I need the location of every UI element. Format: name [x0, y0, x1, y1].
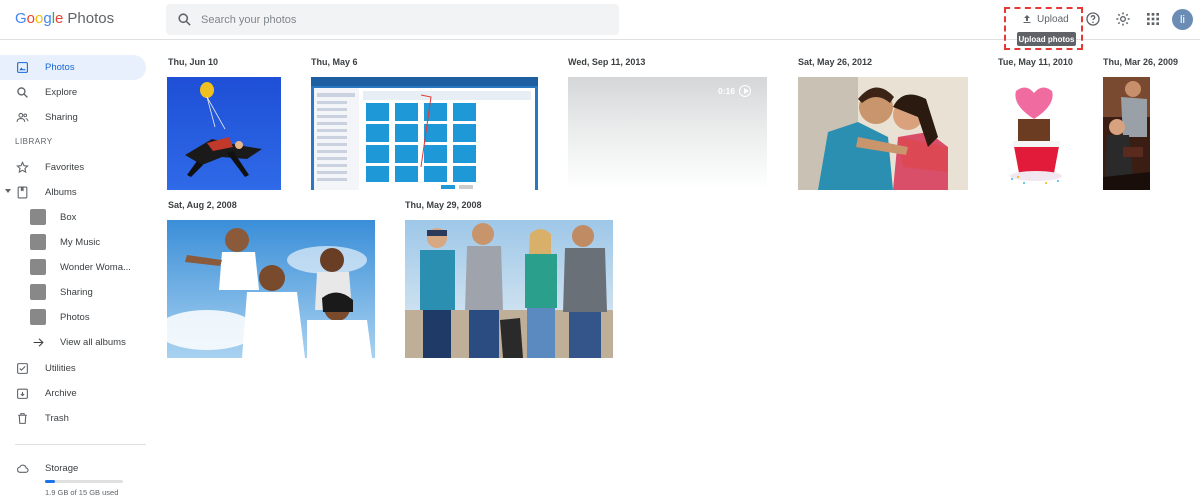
cloud-icon [17, 464, 29, 473]
arrow-right-icon [33, 338, 44, 347]
storage-progress-bar [45, 480, 123, 483]
utilities-icon [17, 363, 28, 374]
play-icon [739, 85, 751, 97]
album-label: Photos [60, 312, 90, 323]
star-icon [16, 161, 29, 174]
logo-letter: e [55, 10, 64, 27]
photo-thumbnail[interactable] [311, 77, 538, 190]
search-icon [17, 87, 28, 98]
sidebar-item-label: Favorites [45, 162, 85, 173]
cupcake-photo [998, 77, 1075, 190]
sidebar-item-trash[interactable]: Trash [0, 406, 146, 431]
family-photo [167, 220, 375, 358]
album-thumbnail [30, 234, 46, 250]
sidebar-item-label: Albums [45, 187, 77, 198]
date-group-label: Thu, Jun 10 [168, 57, 219, 67]
sidebar-item-label: Utilities [45, 363, 76, 374]
photo-thumbnail[interactable] [1103, 77, 1150, 190]
sidebar: Photos Explore Sharing LIBRARY Favorites… [0, 40, 160, 500]
archive-icon [17, 388, 28, 399]
album-label: Sharing [60, 287, 93, 298]
couple-photo [798, 77, 968, 190]
date-group-label: Thu, Mar 26, 2009 [1103, 57, 1179, 67]
date-group-label: Sat, Aug 2, 2008 [168, 200, 237, 210]
sidebar-item-explore[interactable]: Explore [0, 80, 146, 105]
avatar[interactable]: li [1172, 9, 1193, 30]
video-duration: 0:16 [718, 85, 751, 97]
sidebar-item-albums[interactable]: Albums [0, 180, 146, 205]
album-label: Box [60, 212, 77, 223]
date-group-label: Tue, May 11, 2010 [998, 57, 1073, 67]
sidebar-item-sharing[interactable]: Sharing [0, 105, 146, 130]
skydiving-photo [167, 77, 281, 190]
storage-progress-fill [45, 480, 55, 483]
friends-photo [405, 220, 613, 358]
top-bar: GooglePhotos Upload Upload photos li [0, 0, 1200, 50]
sidebar-item-label: Storage [45, 463, 79, 474]
sidebar-item-photos[interactable]: Photos [0, 55, 146, 80]
upload-tooltip: Upload photos [1017, 32, 1076, 46]
gear-icon[interactable] [1115, 11, 1131, 27]
date-group-label: Sat, May 26, 2012 [798, 57, 873, 67]
view-all-albums-label: View all albums [60, 337, 126, 348]
people-icon [16, 112, 29, 122]
search-input[interactable] [201, 4, 601, 35]
video-duration-text: 0:16 [717, 86, 735, 96]
party-photo [1103, 77, 1150, 190]
sidebar-item-label: Archive [45, 388, 77, 399]
google-photos-logo[interactable]: Google Photos [15, 10, 114, 27]
sidebar-album-wonder-woman[interactable]: Wonder Woma... [0, 255, 146, 280]
photo-thumbnail[interactable] [998, 77, 1075, 190]
date-group-label: Wed, Sep 11, 2013 [568, 57, 646, 67]
album-icon [17, 186, 28, 199]
sidebar-item-storage[interactable]: Storage [0, 456, 146, 481]
sidebar-item-label: Photos [45, 62, 75, 73]
photo-thumbnail[interactable] [167, 220, 375, 358]
date-group-label: Thu, May 29, 2008 [405, 200, 482, 210]
photo-thumbnail[interactable] [405, 220, 613, 358]
library-section-label: LIBRARY [15, 137, 53, 146]
search-icon[interactable] [177, 12, 192, 27]
photo-thumbnail[interactable] [798, 77, 968, 190]
sidebar-divider [15, 444, 146, 445]
sidebar-item-label: Sharing [45, 112, 78, 123]
logo-letter: o [26, 10, 36, 27]
sidebar-album-my-music[interactable]: My Music [0, 230, 146, 255]
sidebar-album-sharing[interactable]: Sharing [0, 280, 146, 305]
help-icon[interactable] [1085, 11, 1101, 27]
album-label: Wonder Woma... [60, 262, 131, 273]
trash-icon [18, 413, 27, 424]
sidebar-item-utilities[interactable]: Utilities [0, 356, 146, 381]
logo-letter: g [43, 10, 52, 27]
album-thumbnail [30, 309, 46, 325]
album-thumbnail [30, 259, 46, 275]
album-label: My Music [60, 237, 101, 248]
album-thumbnail [30, 209, 46, 225]
product-name: Photos [67, 10, 115, 27]
album-thumbnail [30, 284, 46, 300]
date-group-label: Thu, May 6 [311, 57, 358, 67]
video-thumbnail[interactable]: 0:16 [568, 77, 767, 190]
sidebar-album-photos[interactable]: Photos [0, 305, 146, 330]
sidebar-item-favorites[interactable]: Favorites [0, 155, 146, 180]
sidebar-item-archive[interactable]: Archive [0, 381, 146, 406]
photo-thumbnail[interactable] [167, 77, 281, 190]
logo-letter: G [15, 10, 27, 27]
apps-grid-icon[interactable] [1145, 11, 1161, 27]
view-all-albums-link[interactable]: View all albums [0, 330, 146, 355]
sidebar-album-box[interactable]: Box [0, 205, 146, 230]
sidebar-item-label: Trash [45, 413, 69, 424]
photo-icon [17, 62, 28, 73]
storage-used-text: 1.9 GB of 15 GB used [45, 488, 119, 497]
cloud-drive-screenshot [311, 77, 538, 190]
search-bar[interactable] [166, 4, 619, 35]
sidebar-item-label: Explore [45, 87, 78, 98]
